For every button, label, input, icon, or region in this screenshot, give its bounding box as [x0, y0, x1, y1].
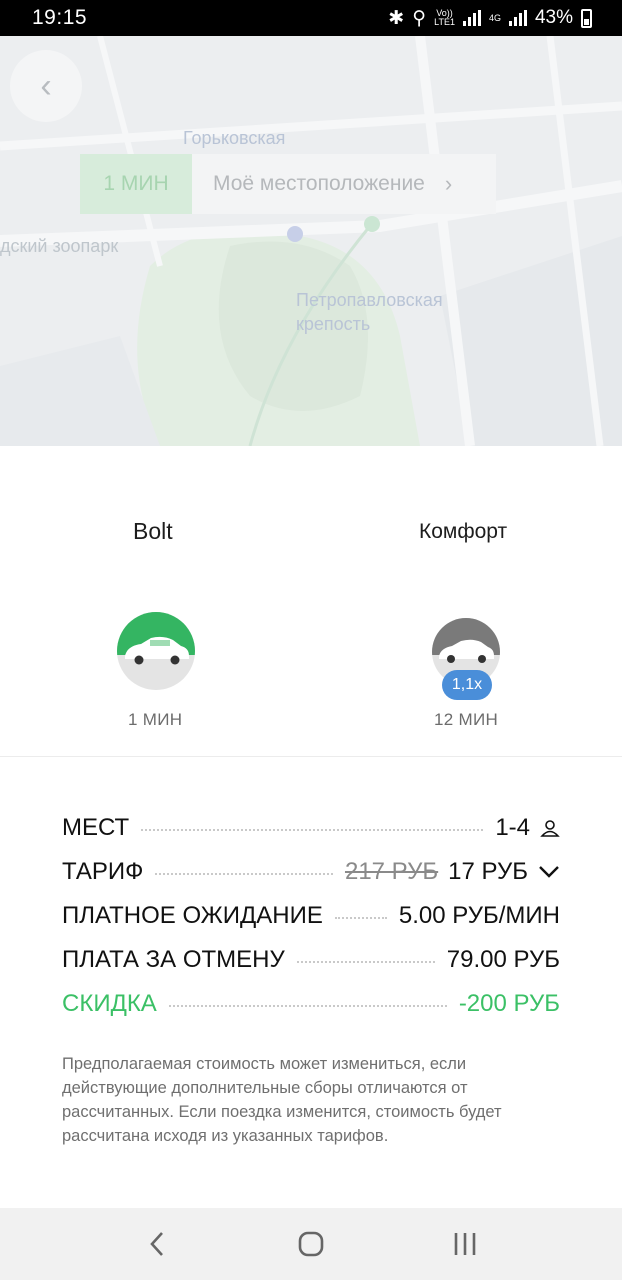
system-nav-bar	[0, 1208, 622, 1280]
pickup-address[interactable]: Моё местоположение ›	[192, 154, 496, 214]
nav-back-button[interactable]	[127, 1230, 187, 1258]
nav-home-button[interactable]	[281, 1230, 341, 1258]
chevron-down-icon[interactable]	[538, 865, 560, 879]
surge-badge: 1,1x	[442, 670, 492, 700]
network-type: 4G	[488, 12, 501, 23]
tariff-row[interactable]: ТАРИФ 217 РУБ 17 РУБ	[62, 858, 560, 886]
category-name: Bolt	[133, 518, 173, 544]
map-label-station: Горьковская	[183, 128, 286, 148]
category-eta: 1 МИН	[128, 710, 183, 729]
ride-options-sheet: Bolt 1 МИН Комфорт 1,1x 12 МИН МЕСТ 1-4 …	[0, 446, 622, 1208]
map-label-fortress: Петропавловская	[296, 290, 443, 310]
chevron-left-icon: ‹	[40, 66, 52, 105]
nav-recents-button[interactable]	[435, 1231, 495, 1257]
pickup-eta: 1 МИН	[80, 154, 192, 214]
pickup-pill[interactable]: 1 МИН Моё местоположение ›	[80, 154, 496, 214]
current-price: 17 РУБ	[448, 858, 528, 885]
person-icon	[540, 820, 560, 837]
bluetooth-icon: ✱	[388, 7, 405, 29]
battery-percent: 43%	[534, 7, 573, 28]
signal-icon	[462, 10, 481, 26]
cancel-fee-row: ПЛАТА ЗА ОТМЕНУ 79.00 РУБ	[62, 946, 560, 973]
back-button[interactable]: ‹	[10, 50, 82, 122]
home-icon	[298, 1231, 324, 1257]
location-icon: ⚲	[412, 7, 427, 29]
seats-row: МЕСТ 1-4	[62, 814, 560, 842]
status-time: 19:15	[32, 6, 88, 29]
price-disclaimer: Предполагаемая стоимость может изменитьс…	[62, 1055, 502, 1145]
old-price: 217 РУБ	[344, 858, 439, 885]
map-label-zoo: дский зоопарк	[0, 236, 119, 256]
discount-row: СКИДКА -200 РУБ	[62, 990, 560, 1017]
status-icons: ✱ ⚲ Vo)) LTE1 4G 43%	[388, 7, 592, 30]
chevron-right-icon: ›	[444, 171, 453, 196]
back-icon	[150, 1232, 163, 1256]
map-label-fortress-2: крепость	[296, 314, 371, 334]
divider	[0, 756, 622, 757]
category-name: Комфорт	[419, 520, 508, 543]
volte-indicator: Vo)) LTE1	[434, 8, 455, 27]
signal-icon-2	[508, 10, 527, 26]
status-bar: 19:15 ✱ ⚲ Vo)) LTE1 4G 43%	[0, 0, 622, 36]
category-eta: 12 МИН	[434, 710, 499, 729]
waiting-row: ПЛАТНОЕ ОЖИДАНИЕ 5.00 РУБ/МИН	[62, 902, 560, 929]
recents-icon	[454, 1233, 476, 1255]
car-icon	[117, 612, 195, 690]
map[interactable]: ‹ Горьковская дский зоопарк Петропавловс…	[0, 36, 622, 446]
battery-icon	[581, 8, 592, 28]
